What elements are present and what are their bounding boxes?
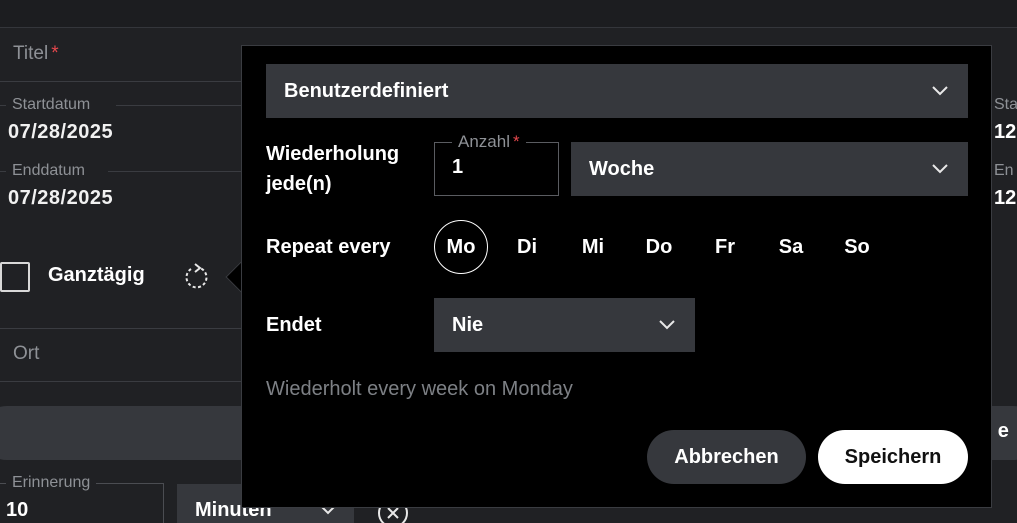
- unit-value: Woche: [589, 157, 655, 180]
- ends-select[interactable]: Nie: [434, 298, 695, 352]
- ends-value: Nie: [452, 313, 484, 336]
- end-time-input[interactable]: 12:: [994, 187, 1017, 210]
- chevron-down-icon: [659, 320, 675, 330]
- title-placeholder: Titel: [13, 43, 49, 64]
- start-time-label: Sta: [994, 96, 1017, 113]
- cancel-button[interactable]: Abbrechen: [647, 430, 806, 484]
- top-strip: [0, 0, 1017, 28]
- allday-label: Ganztägig: [48, 264, 145, 286]
- weekday-sa[interactable]: Sa: [764, 220, 818, 274]
- end-date-label: Enddatum: [12, 162, 85, 179]
- repeat-interval-label-line1: Wiederholung: [266, 143, 400, 165]
- divider: [0, 328, 241, 329]
- count-label-text: Anzahl: [458, 132, 510, 151]
- weekday-fr[interactable]: Fr: [698, 220, 752, 274]
- location-input[interactable]: Ort: [13, 343, 39, 365]
- divider: [116, 105, 241, 106]
- weekday-mi[interactable]: Mi: [566, 220, 620, 274]
- weekday-do[interactable]: Do: [632, 220, 686, 274]
- divider: [0, 171, 6, 172]
- save-button[interactable]: Speichern: [818, 430, 968, 484]
- weekday-mo[interactable]: Mo: [434, 220, 488, 274]
- recurrence-summary: Wiederholt every week on Monday: [266, 378, 573, 400]
- allday-checkbox[interactable]: [0, 262, 30, 292]
- divider: [0, 381, 241, 382]
- reminder-value: 10: [6, 499, 29, 521]
- count-label: Anzahl *: [452, 132, 526, 152]
- reminder-label: Erinnerung: [6, 474, 97, 492]
- count-value: 1: [452, 156, 464, 178]
- start-date-label: Startdatum: [12, 96, 91, 113]
- start-date-input[interactable]: 07/28/2025: [8, 121, 113, 144]
- divider: [0, 105, 6, 106]
- required-mark: *: [512, 132, 520, 151]
- unit-select[interactable]: Woche: [571, 142, 968, 196]
- divider: [0, 81, 241, 82]
- weekday-di[interactable]: Di: [500, 220, 554, 274]
- repeat-interval-label: Wiederholung jede(n): [266, 139, 399, 199]
- end-time-label: En: [994, 162, 1014, 179]
- weekday-so[interactable]: So: [830, 220, 884, 274]
- frequency-value: Benutzerdefiniert: [284, 79, 449, 102]
- start-time-input[interactable]: 12:: [994, 121, 1017, 144]
- chevron-down-icon: [932, 164, 948, 174]
- ends-label: Endet: [266, 314, 322, 336]
- repeat-every-label: Repeat every: [266, 236, 391, 258]
- repeat-icon[interactable]: [182, 262, 210, 292]
- frequency-select[interactable]: Benutzerdefiniert: [266, 64, 968, 118]
- required-mark: *: [51, 43, 59, 64]
- end-date-input[interactable]: 07/28/2025: [8, 187, 113, 210]
- divider: [108, 171, 241, 172]
- chevron-down-icon: [932, 86, 948, 96]
- title-field[interactable]: Titel *: [13, 43, 59, 65]
- repeat-interval-label-line2: jede(n): [266, 173, 332, 195]
